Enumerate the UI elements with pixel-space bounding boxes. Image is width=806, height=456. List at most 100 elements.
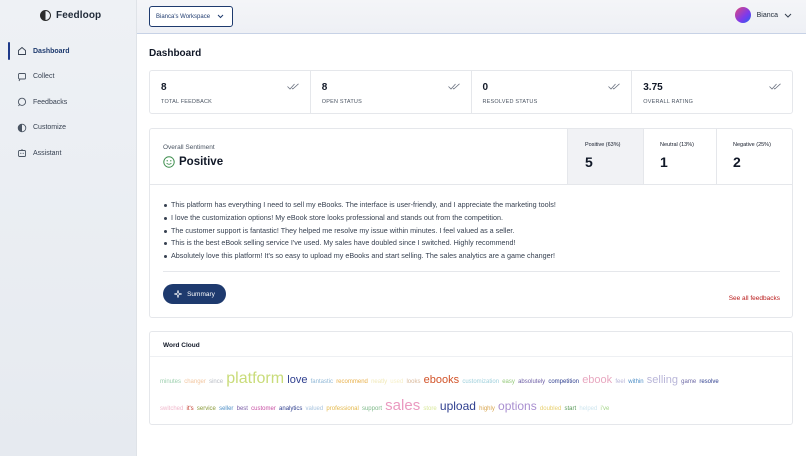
word-cloud-word: analytics	[279, 406, 303, 412]
sidebar: Feedloop Dashboard Collect Feedbacks Cus…	[0, 0, 137, 456]
neutral-value: 1	[660, 154, 668, 170]
word-cloud-word: easy	[502, 379, 515, 385]
negative-label: Negative (25%)	[733, 142, 771, 148]
chat-icon	[17, 97, 27, 107]
word-cloud-word: upload	[439, 399, 476, 413]
word-cloud-word: ebook	[582, 374, 613, 386]
list-item: This platform has everything I need to s…	[164, 199, 556, 212]
word-cloud-word: start	[564, 406, 577, 412]
home-icon	[17, 46, 27, 56]
sentiment-header: Overall Sentiment Positive Positive (63%…	[150, 129, 792, 185]
word-cloud-word: fantastic	[310, 379, 333, 385]
word-cloud-word: doubled	[539, 406, 562, 412]
user-name: Bianca	[756, 11, 778, 19]
smiley-icon	[163, 156, 175, 168]
customize-icon	[17, 123, 27, 133]
word-cloud-word: feel	[615, 379, 626, 385]
stat-label: TOTAL FEEDBACK	[161, 99, 212, 105]
word-cloud-row: switched it's service seller best customer ana…	[160, 397, 613, 414]
logo-icon	[40, 10, 51, 21]
word-cloud-word: selling	[646, 374, 678, 386]
word-cloud-word: professional	[326, 406, 359, 412]
word-cloud-word: best	[236, 406, 248, 412]
sparkle-icon	[174, 290, 183, 298]
see-all-feedbacks-link[interactable]: See all feedbacks	[729, 295, 780, 302]
double-check-icon	[447, 83, 460, 90]
word-cloud-word: highly	[479, 406, 495, 412]
word-cloud-word: customization	[462, 379, 500, 385]
word-cloud-title: Word Cloud	[163, 342, 200, 349]
divider	[163, 271, 780, 272]
word-cloud-word: minutes	[160, 379, 182, 385]
sidebar-item-assistant[interactable]: Assistant	[8, 142, 137, 164]
word-cloud-word: options	[498, 399, 537, 413]
positive-label: Positive (63%)	[585, 142, 621, 148]
overall-sentiment-value: Positive	[163, 156, 223, 168]
sidebar-item-collect[interactable]: Collect	[8, 66, 137, 88]
word-cloud-word: recommend	[336, 379, 368, 385]
logo[interactable]: Feedloop	[40, 10, 101, 21]
list-item: This is the best eBook selling service I…	[164, 237, 556, 250]
chevron-down-icon	[217, 14, 224, 19]
word-cloud-word: seller	[219, 406, 234, 412]
double-check-icon	[286, 83, 299, 90]
main-content: Dashboard 8 TOTAL FEEDBACK 8 OPEN STATUS…	[137, 34, 806, 456]
user-menu[interactable]: Bianca	[734, 7, 792, 23]
word-cloud-row: minutes changer since platform love fantastic…	[160, 370, 722, 388]
stat-open-status: 8 OPEN STATUS	[311, 71, 472, 113]
summary-button[interactable]: Summary	[163, 284, 226, 304]
word-cloud-word: customer	[251, 406, 276, 412]
double-check-icon	[608, 83, 621, 90]
word-cloud-word: game	[681, 379, 697, 385]
sidebar-item-dashboard[interactable]: Dashboard	[8, 40, 137, 62]
word-cloud-card: Word Cloud minutes changer since platform lo…	[149, 331, 793, 425]
word-cloud-word: resolve	[699, 379, 719, 385]
negative-value: 2	[733, 154, 741, 170]
word-cloud-word: i've	[600, 406, 610, 412]
sidebar-nav: Dashboard Collect Feedbacks Customize As…	[8, 40, 137, 168]
word-cloud-word: within	[628, 379, 644, 385]
word-cloud-word: used	[390, 379, 404, 385]
word-cloud-word: helped	[579, 406, 598, 412]
word-cloud-word: platform	[226, 370, 285, 387]
sidebar-item-feedbacks[interactable]: Feedbacks	[8, 91, 137, 113]
neutral-count-box[interactable]: Neutral (13%) 1	[643, 129, 716, 184]
assistant-icon	[17, 148, 27, 158]
word-cloud-word: competition	[548, 379, 579, 385]
word-cloud-word: absolutely	[518, 379, 546, 385]
stats-row: 8 TOTAL FEEDBACK 8 OPEN STATUS 0 RESOLVE…	[149, 70, 793, 114]
double-check-icon	[769, 83, 781, 90]
page-title: Dashboard	[149, 48, 202, 59]
word-cloud-word: love	[287, 374, 308, 386]
overall-sentiment-text: Positive	[179, 156, 224, 168]
negative-count-box[interactable]: Negative (25%) 2	[716, 129, 792, 184]
divider	[150, 356, 792, 357]
sidebar-item-label: Dashboard	[33, 47, 70, 55]
word-cloud-word: it's	[186, 406, 194, 412]
sentiment-card: Overall Sentiment Positive Positive (63%…	[149, 128, 793, 318]
positive-value: 5	[585, 154, 593, 170]
stat-label: OPEN STATUS	[321, 99, 362, 105]
sidebar-item-label: Customize	[33, 124, 67, 131]
sidebar-item-label: Collect	[33, 73, 55, 80]
list-item: Absolutely love this platform! It's so e…	[164, 250, 556, 263]
summary-label: Summary	[187, 290, 215, 298]
sidebar-item-label: Assistant	[33, 149, 62, 157]
list-item: The customer support is fantastic! They …	[164, 225, 556, 238]
sidebar-item-customize[interactable]: Customize	[8, 117, 137, 139]
word-cloud-word: since	[209, 379, 224, 385]
word-cloud-word: sales	[385, 397, 421, 414]
positive-count-box[interactable]: Positive (63%) 5	[567, 129, 643, 184]
word-cloud-word: changer	[184, 379, 206, 385]
word-cloud-word: support	[361, 406, 382, 412]
stat-overall-rating: 3.75 OVERALL RATING	[632, 71, 792, 113]
feedback-list: This platform has everything I need to s…	[164, 199, 556, 263]
stat-label: OVERALL RATING	[643, 99, 694, 105]
word-cloud-word: switched	[160, 406, 184, 412]
overall-sentiment-label: Overall Sentiment	[163, 144, 215, 151]
word-cloud-word: service	[196, 406, 216, 412]
workspace-name: Bianca's Workspace	[156, 13, 211, 20]
workspace-selector[interactable]: Bianca's Workspace	[149, 6, 234, 27]
list-item: I love the customization options! My eBo…	[164, 212, 556, 225]
chevron-down-icon	[784, 13, 792, 18]
